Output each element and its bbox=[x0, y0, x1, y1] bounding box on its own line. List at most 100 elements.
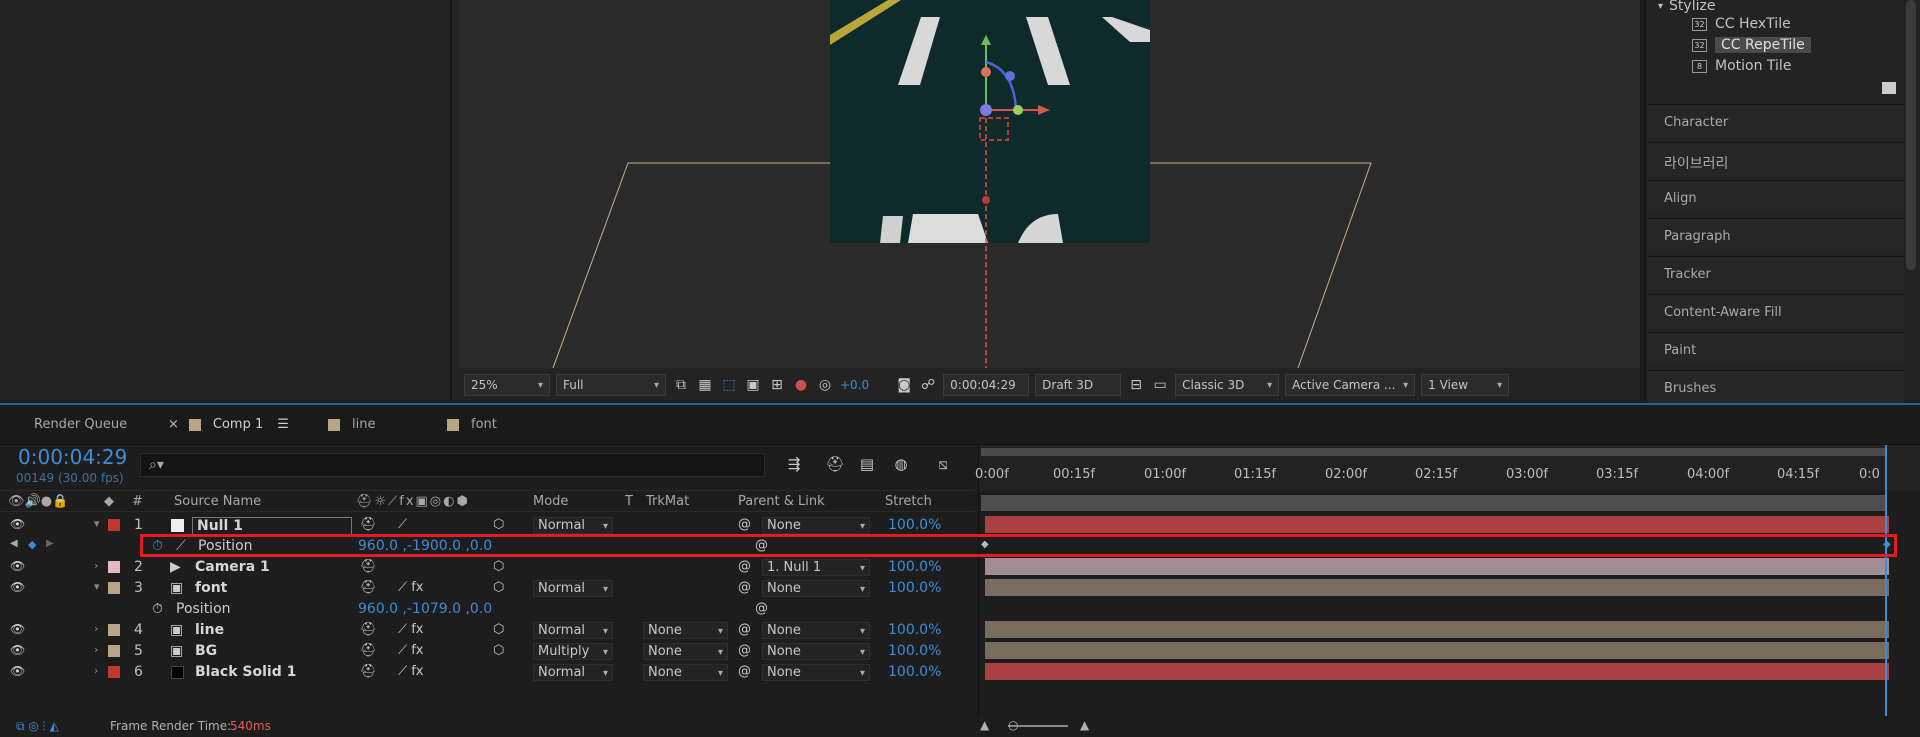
tab-font[interactable]: font bbox=[447, 417, 497, 432]
pickwhip-icon[interactable]: @ bbox=[738, 559, 751, 574]
transparency-grid-icon[interactable]: ▦ bbox=[696, 376, 714, 394]
mode-select[interactable]: Normal ▾ bbox=[533, 664, 613, 681]
layer-bar-null-1[interactable] bbox=[985, 516, 1889, 533]
region-of-interest-icon[interactable]: ⬚ bbox=[720, 376, 738, 394]
layer-name[interactable]: BG bbox=[195, 643, 217, 659]
pickwhip-icon[interactable]: @ bbox=[738, 664, 751, 679]
camera-view-select[interactable]: Active Camera ... ▾ bbox=[1285, 374, 1416, 396]
chevron-right-icon[interactable]: › bbox=[94, 643, 98, 656]
section-library[interactable]: 라이브러리 bbox=[1648, 142, 1904, 176]
effect-cc-repetile[interactable]: 32 CC RepeTile bbox=[1648, 35, 1904, 55]
shy-icon[interactable]: ⛑ bbox=[360, 517, 377, 532]
resolution-select[interactable]: Full ▾ bbox=[556, 374, 666, 396]
position-value[interactable]: 960.0 ,-1079.0 ,0.0 bbox=[358, 601, 492, 617]
col-parent-link[interactable]: Parent & Link bbox=[738, 494, 825, 509]
quality-icon[interactable]: ⟋ fx bbox=[398, 643, 424, 658]
comp-canvas[interactable] bbox=[458, 0, 1640, 368]
quality-icon[interactable]: ⟋ bbox=[398, 517, 407, 532]
trkmat-select[interactable]: None ▾ bbox=[643, 664, 728, 681]
label-color[interactable] bbox=[108, 519, 120, 531]
layer-bar-font[interactable] bbox=[985, 579, 1889, 596]
current-time-display[interactable]: 0:00:04:29 bbox=[18, 445, 127, 469]
layer-bar-bg[interactable] bbox=[985, 642, 1889, 659]
layer-name[interactable]: Black Solid 1 bbox=[195, 664, 296, 680]
chevron-down-icon[interactable]: ▾ bbox=[94, 580, 100, 593]
prev-keyframe-icon[interactable]: ◀ bbox=[10, 538, 18, 549]
mode-select[interactable]: Multiply ▾ bbox=[533, 643, 613, 660]
col-stretch[interactable]: Stretch bbox=[885, 494, 932, 509]
section-content-aware-fill[interactable]: Content-Aware Fill bbox=[1648, 294, 1904, 328]
shy-icon[interactable]: ⛑ bbox=[360, 643, 377, 658]
chevron-right-icon[interactable]: › bbox=[94, 622, 98, 635]
chevron-right-icon[interactable]: › bbox=[94, 559, 98, 572]
layer-row-camera-1[interactable]: 👁 › 2 ▶ Camera 1 ⛑ ⬡ @ 1. Null 1 ▾ 100.0% bbox=[0, 557, 975, 578]
comp-navigator-bar[interactable] bbox=[981, 495, 1885, 511]
layer-bar-line[interactable] bbox=[985, 621, 1889, 638]
parent-select[interactable]: None ▾ bbox=[762, 643, 870, 660]
grid-guides-icon[interactable]: ⊞ bbox=[768, 376, 786, 394]
parent-select[interactable]: None ▾ bbox=[762, 517, 870, 534]
quality-icon[interactable]: ⟋ fx bbox=[398, 622, 424, 637]
section-paint[interactable]: Paint bbox=[1648, 332, 1904, 366]
col-trkmat[interactable]: TrkMat bbox=[646, 494, 689, 509]
section-character[interactable]: Character bbox=[1648, 104, 1904, 138]
chevron-right-icon[interactable]: › bbox=[94, 664, 98, 677]
shy-layers-icon[interactable]: ⛑ bbox=[824, 455, 846, 475]
col-t[interactable]: T bbox=[625, 494, 633, 509]
comp-mini-flowchart-icon[interactable]: ⇶ bbox=[783, 455, 805, 475]
exposure-value[interactable]: +0.0 bbox=[840, 378, 869, 392]
keyframe-icon[interactable]: ◆ bbox=[28, 538, 36, 551]
graph-editor-icon[interactable]: ⧅ bbox=[932, 455, 954, 475]
time-ruler[interactable]: 0:00f 00:15f 01:00f 01:15f 02:00f 02:15f… bbox=[975, 445, 1920, 491]
mode-select[interactable]: Normal ▾ bbox=[533, 517, 613, 534]
layer-search-input[interactable]: ⌕▾ bbox=[140, 453, 765, 477]
tab-line[interactable]: line bbox=[328, 417, 375, 432]
close-icon[interactable]: × bbox=[168, 417, 179, 432]
section-paragraph[interactable]: Paragraph bbox=[1648, 218, 1904, 252]
chevron-down-icon[interactable]: ▾ bbox=[94, 517, 100, 530]
layer-bar-camera-1[interactable] bbox=[985, 558, 1889, 575]
shy-icon[interactable]: ⛑ bbox=[360, 664, 377, 679]
parent-select[interactable]: None ▾ bbox=[762, 664, 870, 681]
show-snapshot-icon[interactable]: ☍ bbox=[919, 376, 937, 394]
right-panel-scrollbar[interactable] bbox=[1906, 0, 1916, 270]
parent-select[interactable]: 1. Null 1 ▾ bbox=[762, 559, 870, 576]
pickwhip-icon[interactable]: @ bbox=[738, 580, 751, 595]
color-management-icon[interactable]: ◎ bbox=[816, 376, 834, 394]
label-color[interactable] bbox=[108, 624, 120, 636]
eye-icon[interactable]: 👁 bbox=[10, 580, 25, 594]
layer-row-null-1[interactable]: 👁 ▾ 1 Null 1 ⛑ ⟋ ⬡ Normal ▾ @ None ▾ 100.0… bbox=[0, 515, 975, 536]
label-color[interactable] bbox=[108, 666, 120, 678]
layer-name[interactable]: line bbox=[195, 622, 224, 638]
motion-blur-icon[interactable]: ◍ bbox=[890, 455, 912, 475]
current-time-indicator[interactable] bbox=[1885, 445, 1887, 737]
pickwhip-icon[interactable]: @ bbox=[738, 517, 751, 532]
shy-icon[interactable]: ⛑ bbox=[360, 580, 377, 595]
eye-icon[interactable]: 👁 bbox=[10, 517, 25, 531]
layer-row-bg[interactable]: 👁 › 5 ▣ BG ⛑ ⟋ fx ⬡ Multiply ▾ None ▾ @ No… bbox=[0, 641, 975, 662]
mode-select[interactable]: Normal ▾ bbox=[533, 622, 613, 639]
camera-snapshot-icon[interactable]: ◙ bbox=[895, 376, 913, 394]
pickwhip-icon[interactable]: @ bbox=[738, 622, 751, 637]
section-align[interactable]: Align bbox=[1648, 180, 1904, 214]
layer-row-font[interactable]: 👁 ▾ 3 ▣ font ⛑ ⟋ fx ⬡ Normal ▾ @ None ▾ 10… bbox=[0, 578, 975, 599]
effect-cc-hextile[interactable]: 32 CC HexTile bbox=[1648, 14, 1904, 34]
pickwhip-icon[interactable]: @ bbox=[738, 643, 751, 658]
shy-icon[interactable]: ⛑ bbox=[360, 559, 377, 574]
eye-icon[interactable]: 👁 bbox=[10, 559, 25, 573]
shy-icon[interactable]: ⛑ bbox=[360, 622, 377, 637]
trkmat-select[interactable]: None ▾ bbox=[643, 643, 728, 660]
pickwhip-icon[interactable]: @ bbox=[755, 601, 768, 616]
parent-select[interactable]: None ▾ bbox=[762, 580, 870, 597]
tab-menu-icon[interactable]: ☰ bbox=[277, 417, 289, 432]
tab-render-queue[interactable]: Render Queue bbox=[34, 417, 127, 432]
layer-switches-icon[interactable]: ⧉ ◎ ⫶ ◭ bbox=[16, 719, 59, 734]
renderer-select[interactable]: Classic 3D ▾ bbox=[1175, 374, 1280, 396]
channel-icon[interactable]: ● bbox=[792, 376, 810, 394]
stopwatch-icon[interactable]: ⏱ bbox=[152, 601, 163, 617]
zoom-select[interactable]: 25% ▾ bbox=[464, 374, 550, 396]
col-mode[interactable]: Mode bbox=[533, 494, 568, 509]
3d-layer-icon[interactable]: ⬡ bbox=[493, 643, 504, 658]
tab-comp-1[interactable]: × Comp 1 ☰ bbox=[168, 417, 289, 432]
zoom-handle[interactable]: ○ bbox=[1008, 718, 1018, 732]
